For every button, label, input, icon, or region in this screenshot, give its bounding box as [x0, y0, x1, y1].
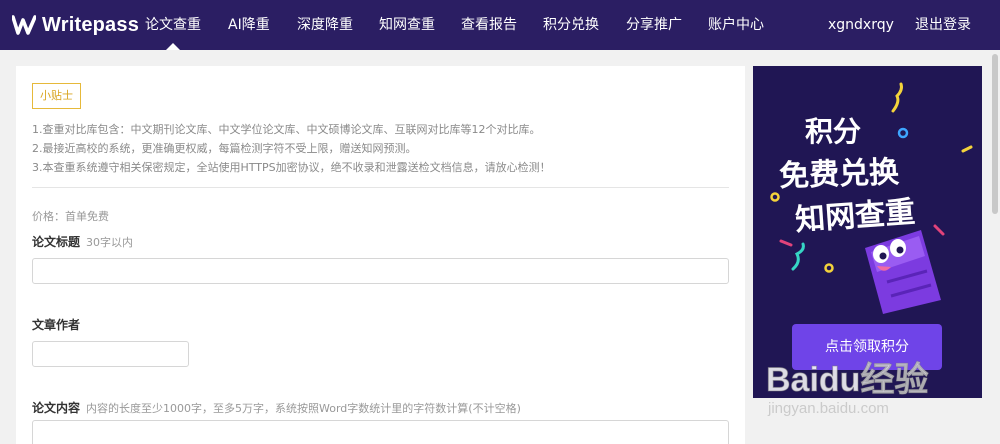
title-label: 论文标题 30字以内 [32, 233, 133, 250]
check-form-panel: 小贴士 1.查重对比库包含：中文期刊论文库、中文学位论文库、中文硕博论文库、互联… [16, 66, 745, 444]
nav-item-paper-check[interactable]: 论文查重 [145, 0, 201, 50]
title-label-text: 论文标题 [32, 235, 81, 249]
content-hint: 内容的长度至少1000字，至多5万字，系统按照Word字数统计里的字符数计算(不… [86, 402, 521, 415]
tip-line-1: 1.查重对比库包含：中文期刊论文库、中文学位论文库、中文硕博论文库、互联网对比库… [32, 123, 541, 136]
writepass-logo-icon [11, 14, 37, 36]
logout-link[interactable]: 退出登录 [915, 0, 971, 50]
brand-name: Writepass [42, 13, 140, 36]
nav-item-view-report[interactable]: 查看报告 [461, 0, 517, 50]
baidu-watermark-url: jingyan.baidu.com [768, 400, 889, 417]
content-textarea[interactable] [32, 420, 729, 444]
nav-item-cnki-check[interactable]: 知网查重 [379, 0, 435, 50]
scrollbar-thumb[interactable] [992, 54, 998, 214]
nav-item-share-promote[interactable]: 分享推广 [626, 0, 682, 50]
title-hint: 30字以内 [86, 236, 134, 249]
author-input[interactable] [32, 341, 189, 367]
brand-logo[interactable]: Writepass [11, 13, 140, 37]
title-input[interactable] [32, 258, 729, 284]
points-ad-banner[interactable]: 积分 免费兑换 知网查重 点击领取积分 [753, 66, 982, 398]
baidu-watermark: Baidu经验 [765, 361, 929, 400]
mascot-illustration [865, 230, 941, 314]
content-label-text: 论文内容 [32, 401, 81, 415]
tips-badge: 小贴士 [32, 83, 81, 109]
price-text: 价格：首单免费 [32, 210, 109, 223]
nav-item-account-center[interactable]: 账户中心 [708, 0, 764, 50]
author-label: 文章作者 [32, 318, 81, 332]
nav-item-ai-reduce[interactable]: AI降重 [228, 0, 270, 50]
nav-item-deep-reduce[interactable]: 深度降重 [297, 0, 353, 50]
nav-item-points-exchange[interactable]: 积分兑换 [543, 0, 599, 50]
tip-line-3: 3.本查重系统遵守相关保密规定，全站使用HTTPS加密协议，绝不收录和泄露送检文… [32, 161, 551, 174]
nav-username[interactable]: xgndxrqy [828, 0, 894, 50]
content-label: 论文内容 内容的长度至少1000字，至多5万字，系统按照Word字数统计里的字符数… [32, 399, 521, 416]
divider [32, 187, 729, 188]
top-nav: Writepass 论文查重 AI降重 深度降重 知网查重 查看报告 积分兑换 … [0, 0, 1000, 50]
tip-line-2: 2.最接近高校的系统，更准确更权威，每篇检测字符不受上限，赠送知网预测。 [32, 142, 417, 155]
